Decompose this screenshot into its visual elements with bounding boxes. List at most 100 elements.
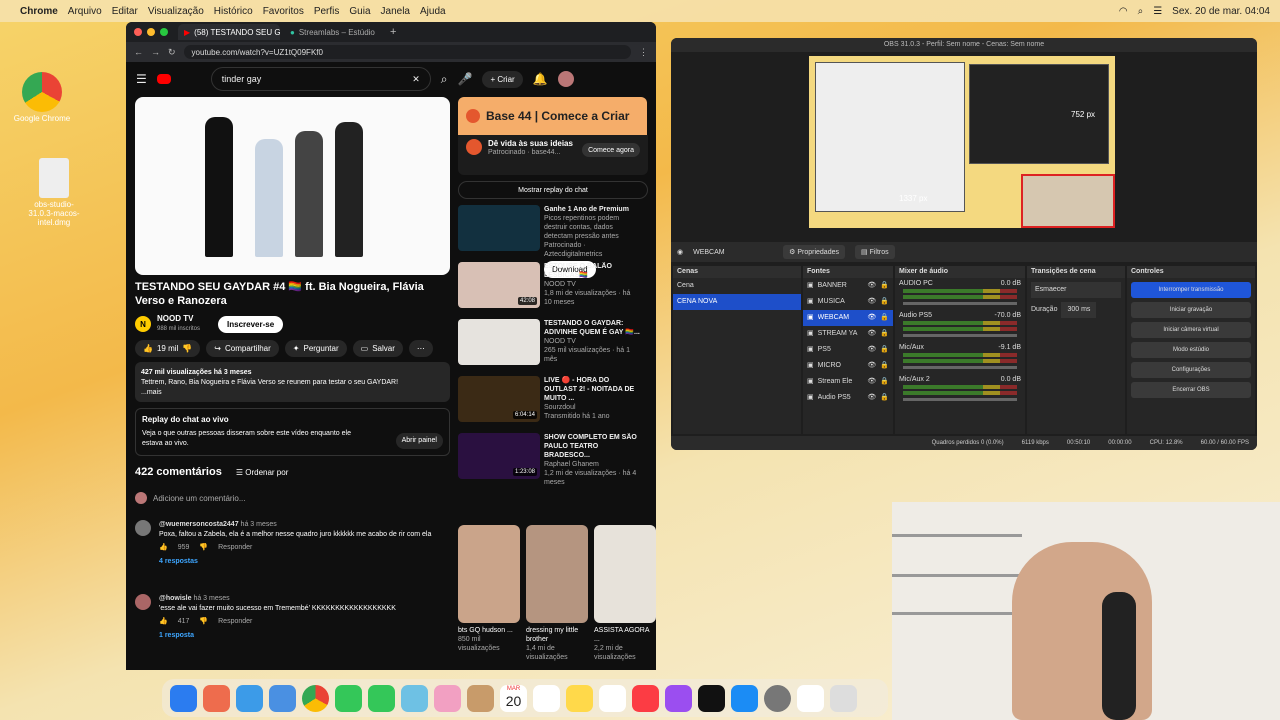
- hamburger-icon[interactable]: ☰: [136, 72, 147, 86]
- source-item[interactable]: ▣ Stream Ele 👁 🔒: [803, 374, 893, 390]
- video-player[interactable]: [135, 97, 450, 275]
- eye-icon[interactable]: 👁: [867, 374, 876, 390]
- short-card[interactable]: bts GQ hudson ... 850 mil visualizações: [458, 525, 520, 662]
- create-button[interactable]: + Criar: [482, 70, 523, 88]
- reply-button[interactable]: Responder: [218, 617, 252, 627]
- obs-preview[interactable]: 752 px 1337 px: [809, 56, 1115, 228]
- source-item[interactable]: ▣ MUSICA 👁 🔒: [803, 294, 893, 310]
- ask-button[interactable]: ✦ Perguntar: [284, 340, 347, 357]
- duration-input[interactable]: 300 ms: [1061, 302, 1097, 318]
- podcasts-icon[interactable]: [665, 684, 692, 712]
- menu-item-janela[interactable]: Janela: [381, 6, 410, 17]
- youtube-logo[interactable]: [156, 74, 171, 84]
- lock-icon[interactable]: 🔒: [880, 326, 889, 342]
- source-item[interactable]: ▣ Audio PS5 👁 🔒: [803, 390, 893, 406]
- bell-icon[interactable]: 🔔: [533, 72, 548, 86]
- lock-icon[interactable]: 🔒: [880, 278, 889, 294]
- open-panel-button[interactable]: Abrir painel: [395, 433, 443, 449]
- subscribe-button[interactable]: Inscrever-se: [218, 315, 284, 333]
- menu-clock[interactable]: Sex. 20 de mar. 04:04: [1172, 6, 1270, 17]
- scene-item-selected[interactable]: CENA NOVA: [673, 294, 801, 310]
- source-item[interactable]: ▣ STREAM YA 👁 🔒: [803, 326, 893, 342]
- desktop-icon-chrome[interactable]: Google Chrome: [12, 72, 72, 123]
- menu-item-visualizacao[interactable]: Visualização: [148, 6, 204, 17]
- replies-button[interactable]: 4 respostas: [159, 557, 445, 567]
- channel-name[interactable]: NOOD TV: [157, 314, 200, 324]
- tab-streamlabs[interactable]: ● Streamlabs – Estúdio: [284, 24, 386, 40]
- tab-youtube[interactable]: ▶(58) TESTANDO SEU GAYDAR...: [178, 24, 280, 40]
- launchpad-icon[interactable]: [203, 684, 230, 712]
- thumbs-down-icon[interactable]: 👎: [199, 543, 208, 553]
- start-recording-button[interactable]: Iniciar gravação: [1131, 302, 1251, 318]
- search-input[interactable]: tinder gay ✕: [210, 67, 431, 91]
- menu-item-arquivo[interactable]: Arquivo: [68, 6, 102, 17]
- extensions-icon[interactable]: ⋮: [639, 47, 648, 58]
- eye-icon[interactable]: 👁: [867, 358, 876, 374]
- share-button[interactable]: ↪ Compartilhar: [206, 340, 279, 357]
- lock-icon[interactable]: 🔒: [880, 374, 889, 390]
- eye-icon[interactable]: 👁: [867, 342, 876, 358]
- stop-stream-button[interactable]: Interromper transmissão: [1131, 282, 1251, 298]
- eye-icon[interactable]: 👁: [867, 294, 876, 310]
- save-button[interactable]: ▭ Salvar: [352, 340, 403, 357]
- comment-avatar[interactable]: [135, 520, 151, 536]
- ad-cta-button[interactable]: Comece agora: [582, 143, 640, 157]
- volume-slider[interactable]: [903, 334, 1017, 337]
- clear-icon[interactable]: ✕: [412, 74, 420, 85]
- menu-app-name[interactable]: Chrome: [20, 6, 58, 17]
- more-icon[interactable]: ⋯: [408, 340, 433, 357]
- notes-icon[interactable]: [566, 684, 593, 712]
- safari-icon[interactable]: [236, 684, 263, 712]
- chrome-icon[interactable]: [302, 684, 329, 712]
- url-field[interactable]: youtube.com/watch?v=UZ1tQ09FKf0: [183, 45, 631, 59]
- facetime-icon[interactable]: [335, 684, 362, 712]
- source-item[interactable]: ▣ WEBCAM 👁 🔒: [803, 310, 893, 326]
- filters-button[interactable]: ▤ Filtros: [854, 245, 895, 259]
- menu-item-ajuda[interactable]: Ajuda: [420, 6, 446, 17]
- system-settings-icon[interactable]: [764, 684, 791, 712]
- source-item[interactable]: ▣ PS5 👁 🔒: [803, 342, 893, 358]
- app-store-icon[interactable]: [731, 684, 758, 712]
- menu-item-editar[interactable]: Editar: [112, 6, 138, 17]
- thumbs-up-icon[interactable]: 👍: [159, 617, 168, 627]
- comment-user[interactable]: @wuemersoncosta2447: [159, 521, 239, 528]
- like-button[interactable]: 👍 19 mil 👎: [135, 340, 201, 357]
- iphone-mirroring-icon[interactable]: [830, 684, 857, 712]
- control-center-icon[interactable]: ☰: [1153, 6, 1162, 17]
- short-card[interactable]: ASSISTA AGORA ... 2,2 mi de visualizações: [594, 525, 656, 662]
- exit-button[interactable]: Encerrar OBS: [1131, 382, 1251, 398]
- finder-icon[interactable]: [170, 684, 197, 712]
- lock-icon[interactable]: 🔒: [880, 294, 889, 310]
- eye-icon[interactable]: 👁: [867, 326, 876, 342]
- description-box[interactable]: 427 mil visualizações há 3 meses Tettrem…: [135, 362, 450, 402]
- wifi-icon[interactable]: ◠: [1119, 6, 1128, 17]
- reminders-icon[interactable]: [533, 684, 560, 712]
- menu-item-favoritos[interactable]: Favoritos: [263, 6, 304, 17]
- thumbs-down-icon[interactable]: 👎: [182, 344, 192, 353]
- avatar[interactable]: [557, 71, 574, 87]
- photos-icon[interactable]: [434, 684, 461, 712]
- more-link[interactable]: ...mais: [141, 388, 444, 398]
- lock-icon[interactable]: 🔒: [880, 358, 889, 374]
- lock-icon[interactable]: 🔒: [880, 390, 889, 406]
- add-comment[interactable]: Adicione um comentário...: [135, 492, 246, 504]
- thumbs-down-icon[interactable]: 👎: [199, 617, 208, 627]
- properties-button[interactable]: ⚙ Propriedades: [783, 245, 845, 259]
- freeform-icon[interactable]: [599, 684, 626, 712]
- reload-icon[interactable]: ↻: [168, 47, 176, 58]
- back-icon[interactable]: ←: [134, 47, 143, 57]
- recommendation-card[interactable]: 42:08 ESTOURE O BALÃO LÉSBICAS🏳️‍🌈 NOOD TV…: [458, 262, 648, 313]
- new-tab-icon[interactable]: +: [390, 26, 396, 38]
- comment-avatar[interactable]: [135, 594, 151, 610]
- search-icon[interactable]: ⌕: [1138, 6, 1144, 17]
- music-icon[interactable]: [632, 684, 659, 712]
- thumbs-up-icon[interactable]: 👍: [159, 543, 168, 553]
- maps-icon[interactable]: [401, 684, 428, 712]
- volume-slider[interactable]: [903, 366, 1017, 369]
- minimize-icon[interactable]: [147, 28, 155, 36]
- forward-icon[interactable]: →: [151, 47, 160, 57]
- menu-item-guia[interactable]: Guia: [349, 6, 370, 17]
- desktop-icon-dmg[interactable]: obs-studio-31.0.3-macos-intel.dmg: [24, 158, 84, 227]
- reply-button[interactable]: Responder: [218, 543, 252, 553]
- volume-slider[interactable]: [903, 398, 1017, 401]
